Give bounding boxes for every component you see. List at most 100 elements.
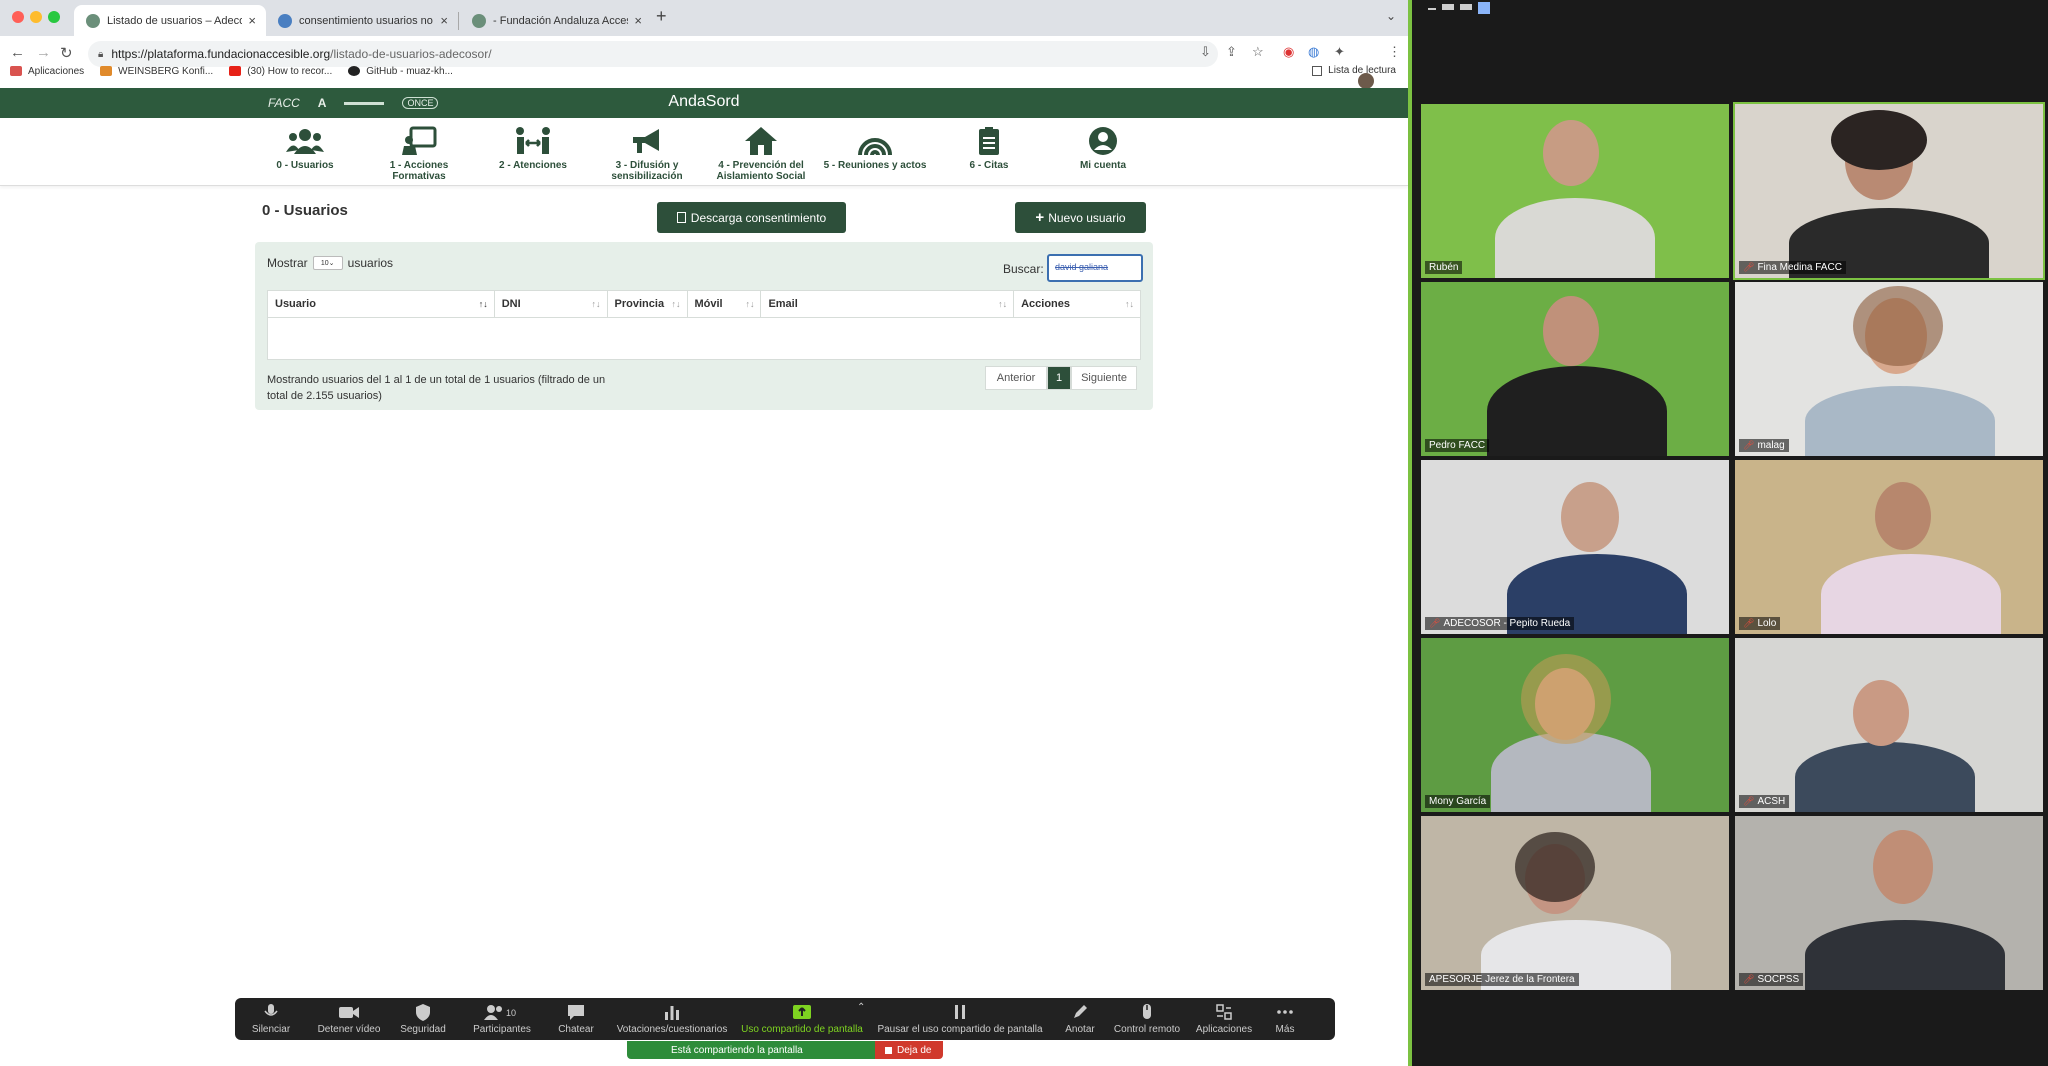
toolbar-label: Aplicaciones	[1195, 1024, 1253, 1035]
participant-tile[interactable]: Mony García	[1421, 638, 1729, 812]
stop-video-button[interactable]: Detener vídeo	[309, 1002, 389, 1035]
puzzle-icon[interactable]: ✦	[1334, 44, 1345, 60]
column-header-email[interactable]: Email ↑↓	[760, 290, 1015, 318]
page-length-select[interactable]: 10 ⌄	[312, 256, 343, 270]
url-host: https://plataforma.fundacionaccesible.or…	[111, 47, 331, 61]
close-window-icon[interactable]	[12, 11, 24, 23]
column-header-movil[interactable]: Móvil ↑↓	[686, 290, 762, 318]
close-tab-icon[interactable]: ×	[634, 13, 642, 28]
nav-item-mi-cuenta[interactable]: Mi cuenta	[1048, 126, 1158, 171]
participant-tile[interactable]: 🎤︎ SOCPSS	[1735, 816, 2043, 990]
more-button[interactable]: Más	[1265, 1002, 1305, 1035]
toolbar-label: Seguridad	[400, 1024, 446, 1035]
nav-item-reuniones[interactable]: 5 - Reuniones y actos	[820, 126, 930, 171]
new-user-button[interactable]: + Nuevo usuario	[1015, 202, 1146, 233]
apps-icon	[1216, 1004, 1232, 1020]
participant-body	[1821, 554, 2001, 634]
bookmark-favicon-icon	[100, 66, 113, 76]
forward-arrow-icon[interactable]: →	[36, 44, 51, 61]
browser-tab-3[interactable]: - Fundación Andaluza Accesib ×	[460, 5, 652, 36]
microphone-icon	[264, 1004, 278, 1016]
pagination-next[interactable]: Siguiente	[1071, 366, 1137, 390]
docs-favicon-icon	[278, 13, 292, 28]
strip-view-icon[interactable]	[1442, 4, 1454, 10]
chevron-down-icon[interactable]: ⌄	[1386, 9, 1396, 23]
column-header-dni[interactable]: DNI ↑↓	[493, 290, 608, 318]
maximize-window-icon[interactable]	[48, 11, 60, 23]
bookmark-apps[interactable]: Aplicaciones	[10, 66, 84, 77]
pause-share-button[interactable]: Pausar el uso compartido de pantalla	[875, 1002, 1045, 1035]
tab-separator	[458, 12, 459, 30]
toolbar-label: Uso compartido de pantalla	[741, 1024, 863, 1035]
security-button[interactable]: Seguridad	[391, 1002, 455, 1035]
chat-extension-icon[interactable]: ◍	[1308, 44, 1319, 60]
browser-tab-2[interactable]: consentimiento usuarios no reg ×	[266, 5, 458, 36]
participant-tile[interactable]: Rubén	[1421, 104, 1729, 278]
nav-item-prevencion[interactable]: 4 - Prevención del Aislamiento Social	[706, 126, 816, 182]
stop-share-button[interactable]: Deja de	[875, 1041, 943, 1059]
pagination-page[interactable]: 1	[1047, 366, 1071, 390]
bookmark-github[interactable]: GitHub - muaz-kh...	[348, 66, 453, 77]
github-icon	[348, 66, 361, 76]
participant-tile[interactable]: 🎤︎ ADECOSOR - Pepito Rueda	[1421, 460, 1729, 634]
star-icon[interactable]: ☆	[1252, 44, 1264, 60]
show-label: Mostrar	[267, 256, 308, 270]
participant-tile[interactable]: APESORJE Jerez de la Frontera	[1421, 816, 1729, 990]
close-tab-icon[interactable]: ×	[440, 13, 448, 28]
browser-tab-1[interactable]: Listado de usuarios – Adecosor ×	[74, 5, 266, 36]
remote-control-button[interactable]: Control remoto	[1107, 1002, 1187, 1035]
bookmark-weinsberg[interactable]: WEINSBERG Konfi...	[100, 66, 213, 77]
download-consent-button[interactable]: Descarga consentimiento	[657, 202, 846, 233]
chat-button[interactable]: Chatear	[545, 1002, 607, 1035]
back-arrow-icon[interactable]: ←	[10, 44, 25, 61]
nav-item-citas[interactable]: 6 - Citas	[934, 126, 1044, 171]
new-tab-icon[interactable]: +	[656, 6, 667, 27]
user-circle-icon	[1089, 127, 1117, 155]
share-options-chevron-icon[interactable]: ⌃	[857, 1002, 865, 1013]
kebab-menu-icon[interactable]: ⋮	[1388, 44, 1401, 60]
participant-head	[1543, 120, 1599, 186]
megaphone-icon	[633, 129, 659, 153]
nav-item-acciones-formativas[interactable]: 1 - Acciones Formativas	[364, 126, 474, 182]
column-header-acciones[interactable]: Acciones ↑↓	[1013, 290, 1141, 318]
sort-icon: ↑↓	[745, 299, 755, 309]
search-input[interactable]: david galiana	[1047, 254, 1143, 282]
nav-item-difusion[interactable]: 3 - Difusión y sensibilización	[592, 126, 702, 182]
participant-name-tag: 🎤︎ Lolo	[1739, 617, 1781, 630]
share-screen-button[interactable]: Uso compartido de pantalla	[737, 1002, 867, 1035]
annotate-button[interactable]: Anotar	[1055, 1002, 1105, 1035]
apps-button[interactable]: Aplicaciones	[1189, 1002, 1259, 1035]
column-header-provincia[interactable]: Provincia ↑↓	[606, 290, 688, 318]
participant-tile[interactable]: Pedro FACC	[1421, 282, 1729, 456]
record-extension-icon[interactable]: ◉	[1283, 44, 1294, 60]
bookmark-youtube[interactable]: (30) How to recor...	[229, 66, 332, 77]
participant-tile[interactable]: 🎤︎ malag	[1735, 282, 2043, 456]
download-consent-label: Descarga consentimiento	[690, 210, 827, 225]
share-icon[interactable]: ⇪	[1226, 44, 1237, 60]
nav-label: 1 - Acciones Formativas	[389, 160, 449, 182]
minimize-icon[interactable]	[1428, 8, 1436, 10]
participant-name: ACSH	[1757, 796, 1786, 807]
pagination-previous[interactable]: Anterior	[985, 366, 1047, 390]
nav-item-atenciones[interactable]: 2 - Atenciones	[478, 126, 588, 171]
participant-body	[1491, 732, 1651, 812]
participant-tile-speaking[interactable]: 🎤︎ Fina Medina FACC	[1733, 102, 2045, 280]
participant-body	[1795, 742, 1975, 812]
participant-tile[interactable]: 🎤︎ ACSH	[1735, 638, 2043, 812]
polls-button[interactable]: Votaciones/cuestionarios	[609, 1002, 735, 1035]
mute-button[interactable]: Silenciar	[241, 1002, 301, 1035]
reading-list[interactable]: Lista de lectura	[1312, 65, 1396, 76]
participant-hair	[1831, 110, 1927, 170]
speaker-view-icon[interactable]	[1460, 4, 1472, 10]
participants-button[interactable]: 10 Participantes	[457, 1002, 547, 1035]
column-label: Usuario	[275, 298, 316, 310]
muted-mic-icon: 🎤︎	[1743, 262, 1755, 272]
close-tab-icon[interactable]: ×	[248, 13, 256, 28]
gallery-grid-icon[interactable]	[1478, 2, 1490, 14]
nav-item-usuarios[interactable]: 0 - Usuarios	[250, 126, 360, 171]
participant-tile[interactable]: 🎤︎ Lolo	[1735, 460, 2043, 634]
install-icon[interactable]: ⇩	[1200, 44, 1211, 60]
minimize-window-icon[interactable]	[30, 11, 42, 23]
site-title: AndaSord	[668, 93, 740, 110]
column-header-usuario[interactable]: Usuario ↑↓	[267, 290, 495, 318]
